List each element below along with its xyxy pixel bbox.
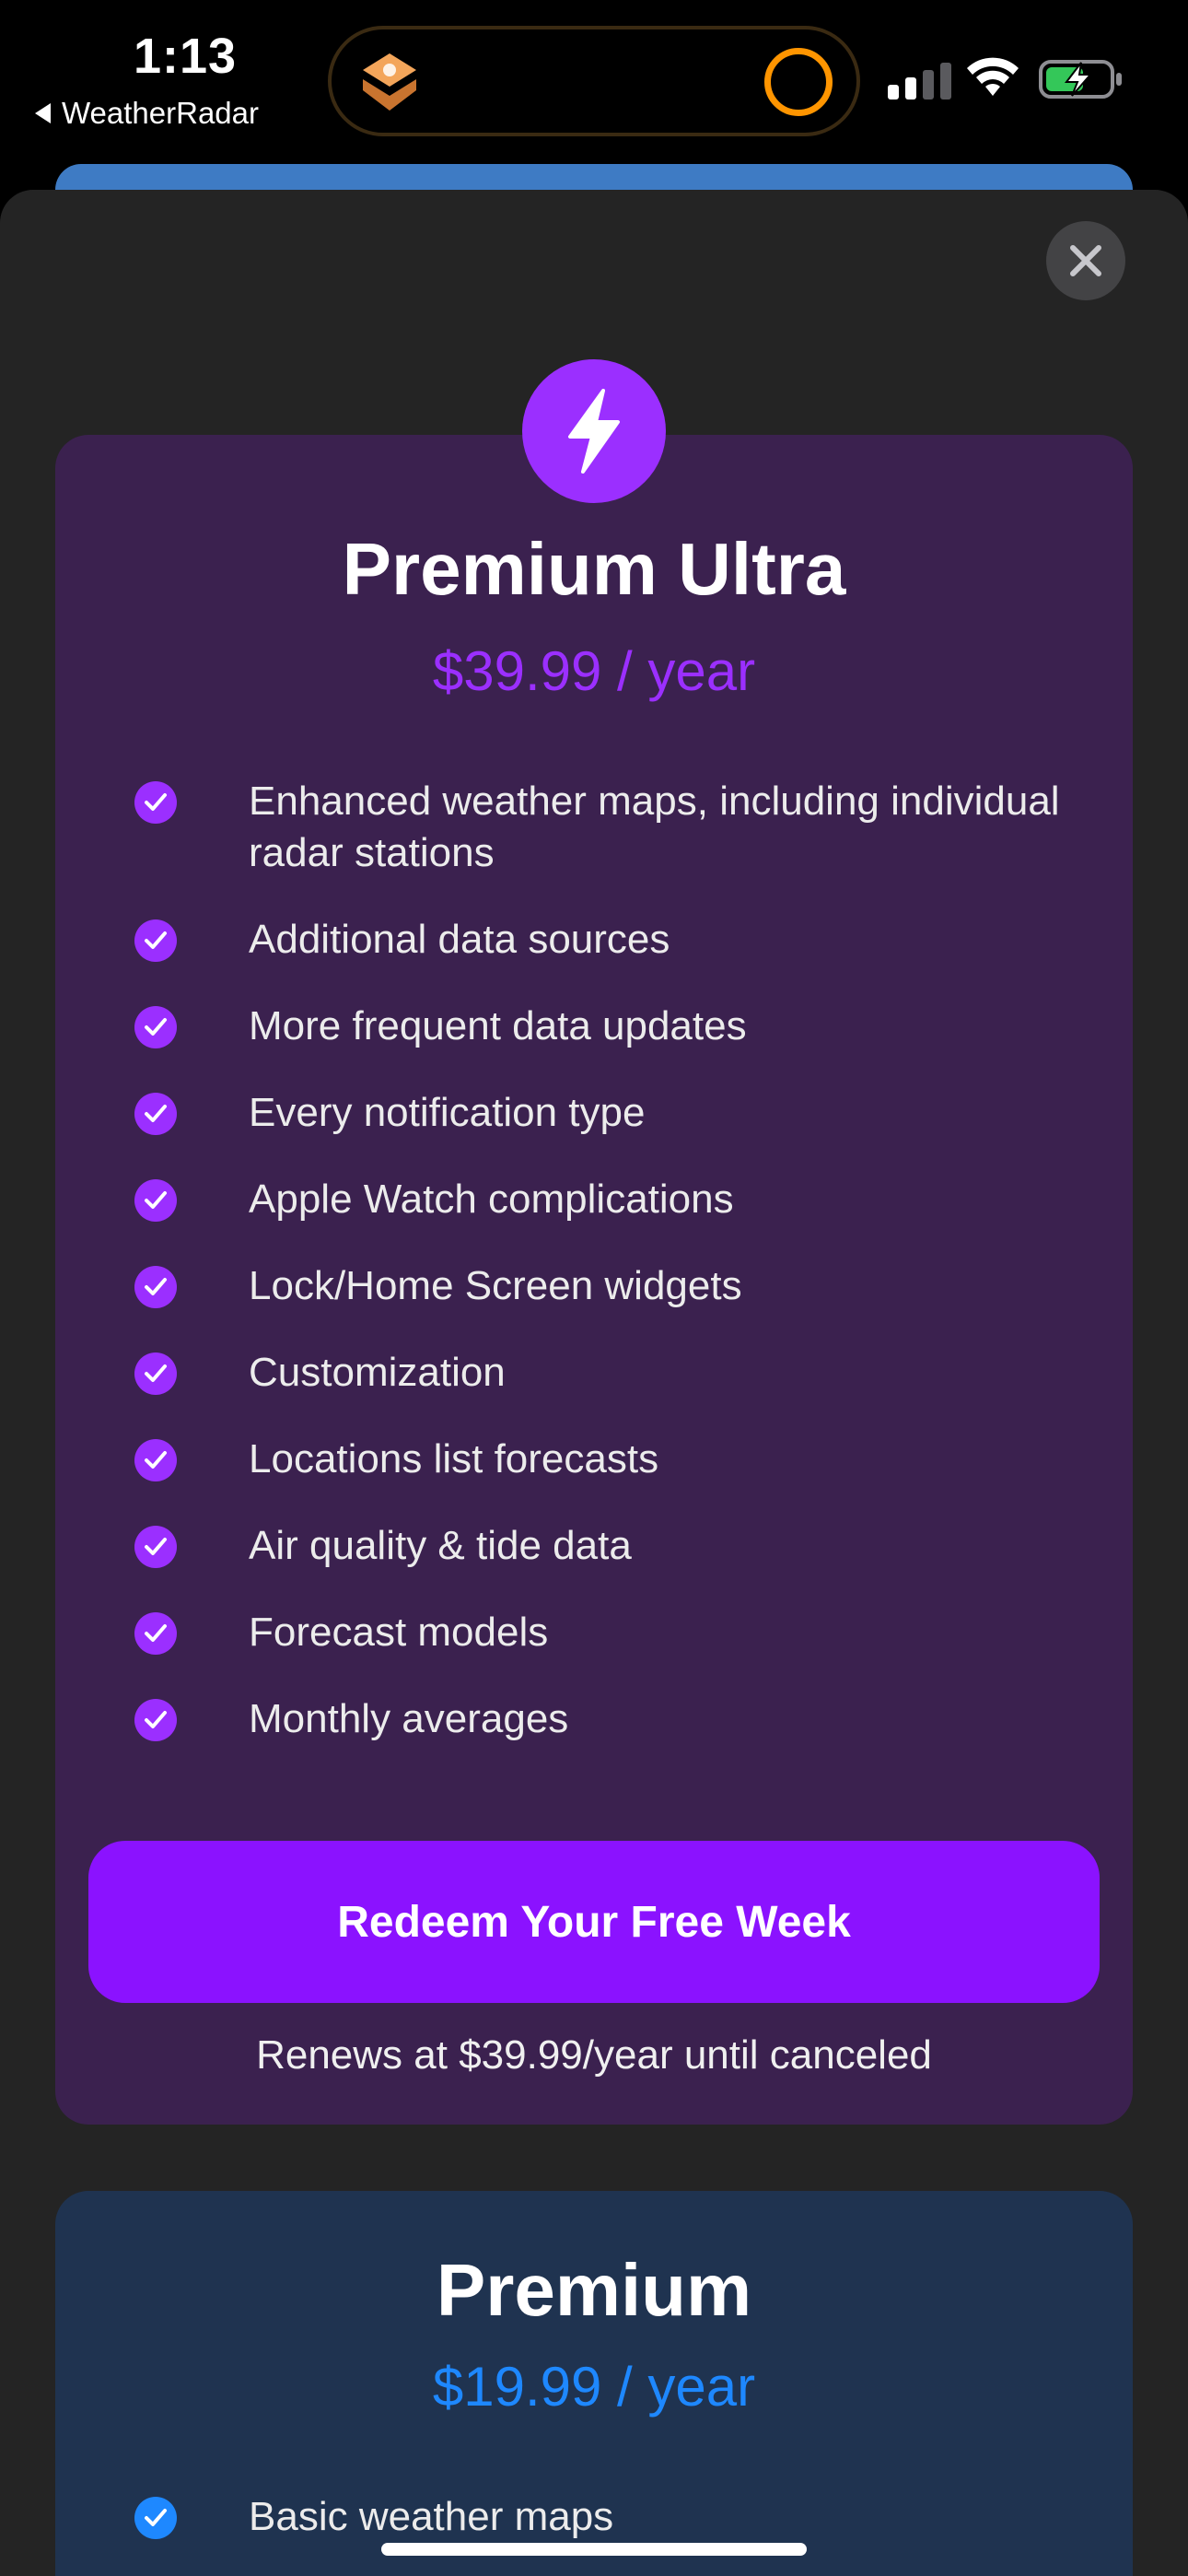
feature-label: Basic weather maps <box>249 2494 614 2539</box>
home-indicator[interactable] <box>381 2543 807 2556</box>
feature-label: Additional data sources <box>249 917 670 962</box>
checkmark-icon <box>134 919 177 962</box>
feature-item: Lock/Home Screen widgets <box>134 1263 1077 1312</box>
feature-item: Every notification type <box>134 1090 1077 1139</box>
status-time: 1:13 <box>134 29 238 84</box>
feature-item: More frequent data updates <box>134 1003 1077 1052</box>
feature-label: Every notification type <box>249 1090 646 1135</box>
feature-label: Forecast models <box>249 1610 549 1655</box>
shortcuts-app-icon <box>363 53 416 111</box>
cellular-signal-icon <box>888 61 951 100</box>
checkmark-icon <box>134 1006 177 1048</box>
premium-ultra-badge <box>522 359 666 503</box>
checkmark-icon <box>134 1179 177 1222</box>
close-icon <box>1070 245 1101 276</box>
back-app-label: WeatherRadar <box>62 96 260 130</box>
checkmark-icon <box>134 1093 177 1135</box>
feature-item: Additional data sources <box>134 917 1077 966</box>
feature-item: Monthly averages <box>134 1696 1077 1745</box>
feature-label: Locations list forecasts <box>249 1436 659 1481</box>
close-button[interactable] <box>1046 221 1125 300</box>
feature-item: Customization <box>134 1350 1077 1399</box>
feature-label: Monthly averages <box>249 1696 569 1741</box>
checkmark-icon <box>134 781 177 824</box>
feature-label: Customization <box>249 1350 506 1395</box>
feature-label: Lock/Home Screen widgets <box>249 1263 742 1308</box>
premium-title: Premium <box>436 2249 752 2331</box>
checkmark-icon <box>134 1612 177 1655</box>
checkmark-icon <box>134 1526 177 1568</box>
back-arrow-icon <box>35 103 51 123</box>
premium-ultra-price: $39.99 / year <box>432 640 756 702</box>
feature-label: Air quality & tide data <box>249 1523 632 1568</box>
battery-charging-icon <box>1039 60 1122 99</box>
activity-ring-icon <box>764 48 833 116</box>
feature-label: Apple Watch complications <box>249 1177 734 1222</box>
feature-item: Locations list forecasts <box>134 1436 1077 1485</box>
dynamic-island[interactable] <box>328 26 860 136</box>
checkmark-icon <box>134 2497 177 2539</box>
feature-item: Forecast models <box>134 1610 1077 1658</box>
status-bar: 1:13 WeatherRadar <box>0 0 1188 184</box>
feature-item: Basic weather maps <box>134 2494 1077 2543</box>
back-to-app-link[interactable]: WeatherRadar <box>35 96 259 131</box>
feature-label: Enhanced weather maps, including individ… <box>249 779 1060 875</box>
premium-price: $19.99 / year <box>432 2356 756 2418</box>
checkmark-icon <box>134 1266 177 1308</box>
premium-ultra-title: Premium Ultra <box>342 528 846 610</box>
feature-item: Air quality & tide data <box>134 1523 1077 1572</box>
redeem-free-week-button[interactable]: Redeem Your Free Week <box>88 1841 1100 2003</box>
checkmark-icon <box>134 1352 177 1395</box>
lightning-bolt-icon <box>568 389 620 474</box>
feature-item: Enhanced weather maps, including individ… <box>134 779 1077 879</box>
renewal-note: Renews at $39.99/year until canceled <box>256 2032 932 2078</box>
feature-label: More frequent data updates <box>249 1003 747 1048</box>
feature-item: Apple Watch complications <box>134 1177 1077 1225</box>
checkmark-icon <box>134 1699 177 1741</box>
wifi-icon <box>967 57 1019 96</box>
checkmark-icon <box>134 1439 177 1481</box>
